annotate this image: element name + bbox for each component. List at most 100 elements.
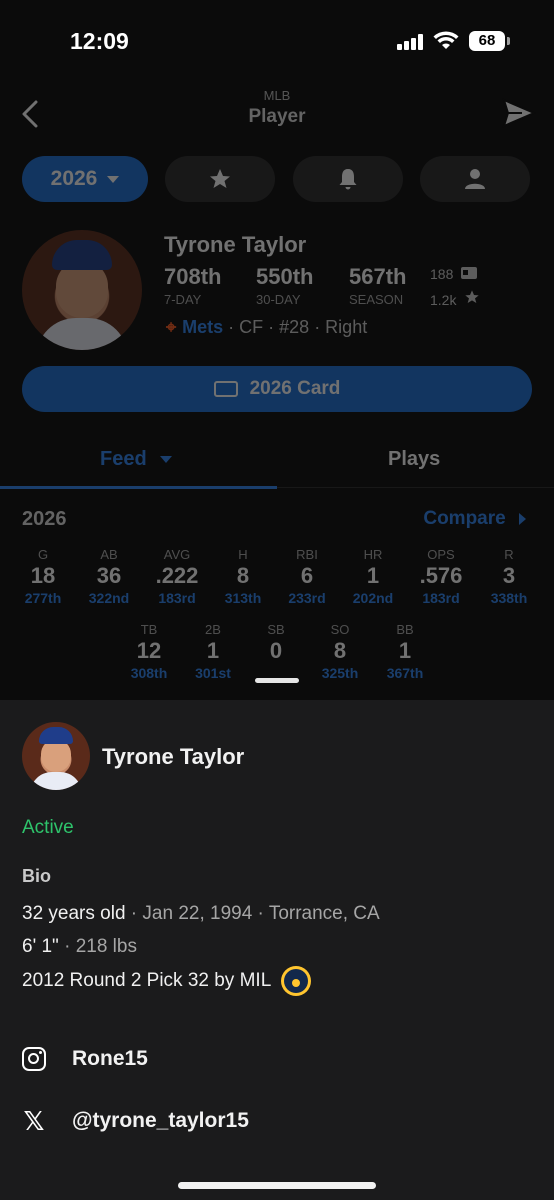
nav-league: MLB <box>263 88 291 103</box>
wifi-icon <box>433 31 459 49</box>
stat-label: AB <box>100 547 118 562</box>
tab-feed[interactable]: Feed <box>100 448 173 471</box>
cards-count-value: 188 <box>430 266 454 282</box>
sheet-player-name: Tyrone Taylor <box>102 744 245 769</box>
chevron-down-icon <box>160 456 173 464</box>
rank-value: 550th <box>256 264 314 289</box>
battery-indicator: 68 <box>469 31 510 51</box>
stat-value: 18 <box>30 563 56 588</box>
stat-rank: 308th <box>130 665 168 681</box>
rank-season: 567th SEASON <box>349 264 406 307</box>
sheet-grabber[interactable] <box>255 678 299 683</box>
bio-birthdate: Jan 22, 1994 <box>142 903 253 924</box>
bio-draft-line: 2012 Round 2 Pick 32 by MIL <box>22 966 312 996</box>
stat-h: H 8 313th <box>213 547 273 606</box>
stat-rank: 183rd <box>158 590 196 606</box>
tab-indicator <box>0 486 277 489</box>
player-avatar <box>22 230 142 350</box>
stat-ab: AB 36 322nd <box>79 547 139 606</box>
stat-tb: TB 12 308th <box>119 622 179 681</box>
player-meta: ⌖ Mets · CF · #28 · Right <box>166 317 367 338</box>
player-page: MLB Player 2026 Tyrone Taylor 708th 7-DA… <box>0 80 554 700</box>
year-label: 2026 <box>50 167 98 190</box>
instagram-link[interactable]: Rone15 <box>22 1044 148 1074</box>
stat-label: SB <box>267 622 285 637</box>
profile-button[interactable] <box>420 156 530 202</box>
notifications-button[interactable] <box>293 156 403 202</box>
stat-rank: 367th <box>386 665 424 681</box>
bio-weight: 218 lbs <box>75 936 137 957</box>
sheet-avatar <box>22 722 90 790</box>
stat-label: SO <box>330 622 350 637</box>
stat-value: 1 <box>366 563 380 588</box>
stat-avg: AVG .222 183rd <box>147 547 207 606</box>
x-handle: @tyrone_taylor15 <box>72 1109 249 1132</box>
stat-ops: OPS .576 183rd <box>411 547 471 606</box>
player-bio-sheet: Tyrone Taylor Active Bio 32 years old · … <box>0 700 554 1200</box>
stat-value: 8 <box>333 638 347 663</box>
rank-value: 708th <box>164 264 222 289</box>
status-bar: 12:09 68 <box>0 0 554 80</box>
stat-g: G 18 277th <box>13 547 73 606</box>
id-card-icon <box>213 381 238 397</box>
mets-logo-icon: ⌖ <box>166 317 177 337</box>
rank-label: 7-DAY <box>164 292 202 307</box>
cards-count: 188 <box>430 266 478 282</box>
stat-2b: 2B 1 301st <box>183 622 243 681</box>
stat-label: H <box>238 547 248 562</box>
stat-value: .222 <box>155 563 199 588</box>
rank-30day: 550th 30-DAY <box>256 264 313 307</box>
home-indicator[interactable] <box>178 1182 376 1189</box>
stat-rank: 338th <box>490 590 528 606</box>
team-link[interactable]: Mets <box>182 317 223 337</box>
stat-value: 1 <box>206 638 220 663</box>
stat-rank: 313th <box>224 590 262 606</box>
content-tabs: Feed Plays <box>0 444 554 489</box>
bio-birth-line: 32 years old · Jan 22, 1994 · Torrance, … <box>22 903 380 924</box>
stat-label: R <box>504 547 514 562</box>
tab-feed-label: Feed <box>100 448 147 470</box>
stat-value: 3 <box>502 563 516 588</box>
chevron-down-icon <box>107 175 120 183</box>
instagram-icon <box>22 1047 46 1071</box>
bell-icon <box>339 169 357 190</box>
stat-rank: 183rd <box>422 590 460 606</box>
year-dropdown[interactable]: 2026 <box>22 156 148 202</box>
tab-plays[interactable]: Plays <box>388 448 440 471</box>
likes-count-value: 1.2k <box>430 292 457 308</box>
x-link[interactable]: 𝕏 @tyrone_taylor15 <box>22 1106 249 1136</box>
compare-label: Compare <box>423 508 506 529</box>
cellular-signal-icon <box>397 34 425 50</box>
star-icon <box>465 290 480 303</box>
player-card-button[interactable]: 2026 Card <box>22 366 532 412</box>
player-position-info: · CF · #28 · Right <box>228 317 368 337</box>
stat-value: 8 <box>236 563 250 588</box>
star-icon <box>210 169 230 188</box>
bio-draft: 2012 Round 2 Pick 32 by MIL <box>22 970 272 992</box>
bio-age: 32 years old <box>22 903 126 924</box>
bio-heading: Bio <box>22 866 51 886</box>
rank-value: 567th <box>349 264 407 289</box>
brewers-logo-icon <box>281 966 312 996</box>
favorite-button[interactable] <box>165 156 275 202</box>
status-time: 12:09 <box>70 28 129 54</box>
stat-r: R 3 338th <box>479 547 539 606</box>
stat-value: 36 <box>96 563 122 588</box>
stat-label: RBI <box>296 547 318 562</box>
stat-label: G <box>37 547 49 562</box>
stat-sb: SB 0 <box>246 622 306 665</box>
compare-button[interactable]: Compare <box>423 508 526 530</box>
page-title: Player <box>248 106 306 127</box>
chevron-right-icon <box>519 512 526 525</box>
bio-birthplace: Torrance, CA <box>268 903 380 924</box>
likes-count: 1.2k <box>430 289 480 308</box>
stat-label: BB <box>396 622 414 637</box>
rank-label: 30-DAY <box>256 292 301 307</box>
send-icon[interactable] <box>502 98 536 128</box>
rank-label: SEASON <box>349 292 404 307</box>
stat-rank: 202nd <box>352 590 394 606</box>
stat-rbi: RBI 6 233rd <box>277 547 337 606</box>
filter-pills: 2026 <box>22 156 532 202</box>
player-card-label: 2026 Card <box>249 378 341 399</box>
stat-label: OPS <box>427 547 455 562</box>
